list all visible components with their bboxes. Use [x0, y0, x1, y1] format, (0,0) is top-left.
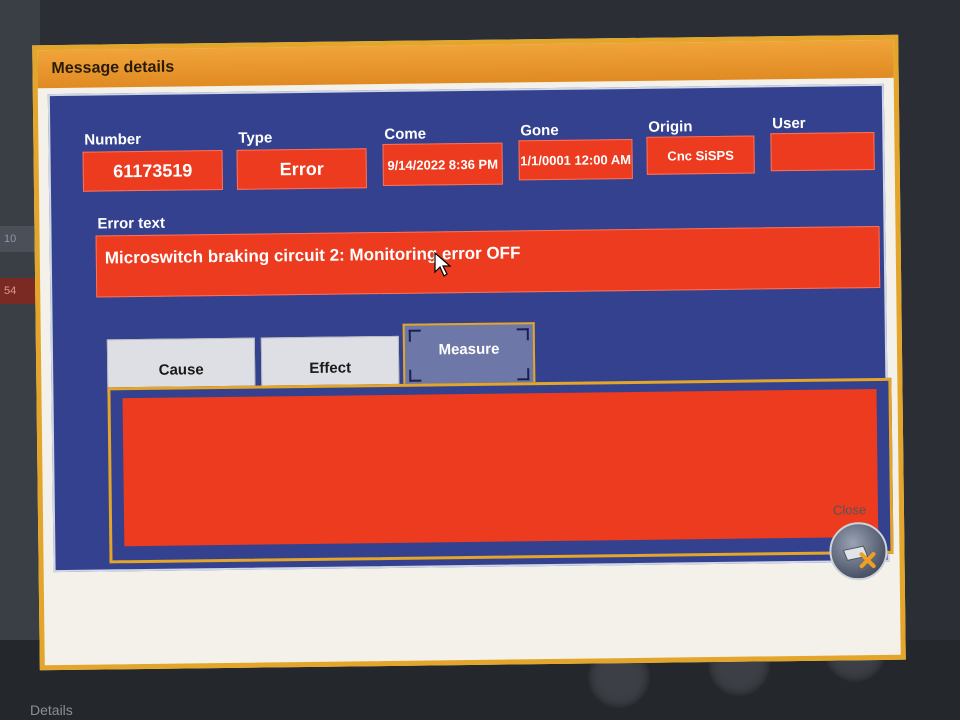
tab-content-frame: [107, 377, 894, 564]
come-label: Come: [384, 125, 427, 144]
gone-field: 1/1/0001 12:00 AM: [518, 138, 633, 181]
close-label: Close: [832, 502, 867, 518]
come-field: 9/14/2022 8:36 PM: [382, 142, 503, 187]
user-field: [770, 132, 875, 172]
focus-corner: [409, 369, 422, 382]
type-label: Type: [238, 129, 273, 147]
dialog-title: Message details: [37, 39, 894, 89]
number-field: 61173519: [82, 149, 223, 192]
origin-field: Cnc SiSPS: [646, 135, 755, 175]
tab-measure[interactable]: Measure: [402, 322, 536, 386]
measure-content: [122, 389, 879, 547]
tab-measure-label: Measure: [438, 340, 500, 359]
error-text-label: Error text: [97, 214, 166, 233]
focus-corner: [517, 368, 530, 381]
user-label: User: [772, 114, 806, 133]
focus-corner: [408, 329, 421, 342]
details-label: Details: [30, 702, 73, 718]
type-field: Error: [236, 148, 367, 190]
focus-corner: [516, 328, 529, 341]
origin-label: Origin: [648, 118, 693, 136]
close-button[interactable]: [829, 521, 888, 581]
message-panel: Number 61173519 Type Error Come 9/14/202…: [47, 83, 894, 573]
number-label: Number: [84, 130, 142, 149]
message-details-dialog: Message details Number 61173519 Type Err…: [32, 34, 906, 671]
gone-label: Gone: [520, 121, 559, 140]
background-row-value: 10: [0, 226, 38, 252]
mouse-pointer-icon: [434, 252, 452, 277]
error-text-field: Microswitch braking circuit 2: Monitorin…: [95, 225, 881, 298]
background-row-value: 54: [0, 278, 38, 304]
close-x-icon: [842, 545, 876, 569]
